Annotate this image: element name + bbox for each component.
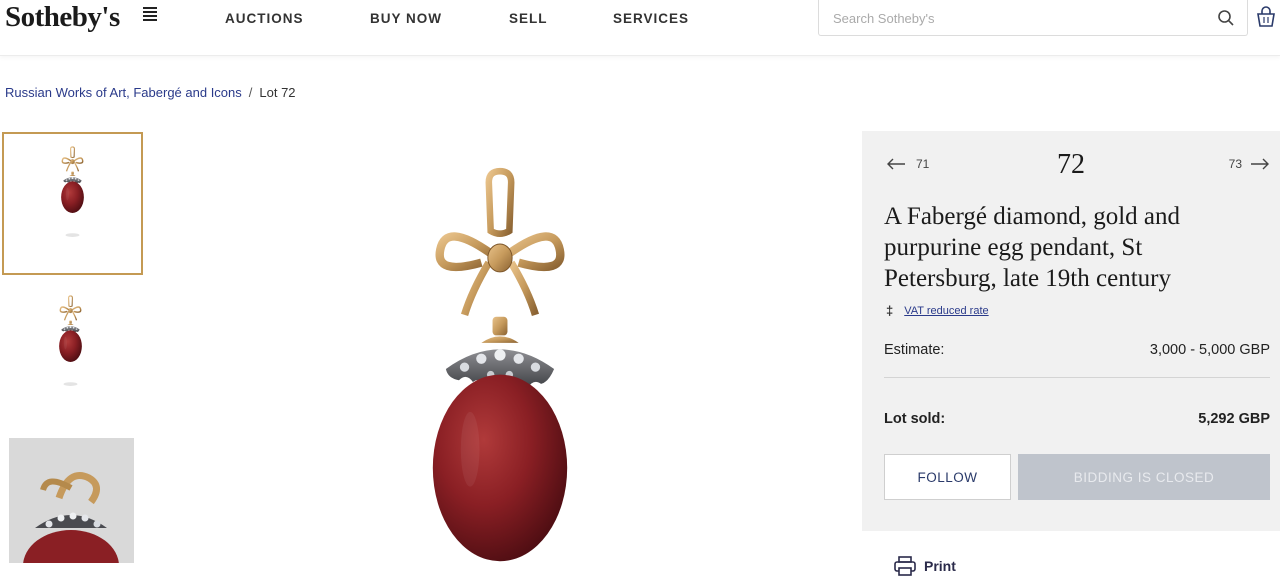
- printer-icon: [894, 556, 916, 576]
- print-link[interactable]: Print: [894, 556, 956, 576]
- lot-title: A Fabergé diamond, gold and purpurine eg…: [884, 203, 1181, 292]
- breadcrumb-current: Lot 72: [259, 85, 296, 100]
- thumbnail-3[interactable]: [9, 438, 134, 563]
- nav-services[interactable]: SERVICES: [613, 11, 689, 26]
- breadcrumb-parent-link[interactable]: Russian Works of Art, Fabergé and Icons: [5, 85, 242, 100]
- print-label: Print: [924, 558, 956, 574]
- search-input[interactable]: [833, 8, 1203, 28]
- estimate-row: Estimate: 3,000 - 5,000 GBP: [884, 342, 1270, 358]
- pendant-thumbnail-image: [60, 146, 85, 237]
- thumbnail-2[interactable]: [2, 283, 143, 426]
- estimate-label: Estimate:: [884, 342, 945, 358]
- follow-button[interactable]: FOLLOW: [884, 454, 1011, 500]
- breadcrumb: Russian Works of Art, Fabergé and Icons /…: [5, 85, 296, 100]
- sothebys-logo[interactable]: Sotheby's: [5, 0, 120, 34]
- next-lot-link[interactable]: 73: [1229, 157, 1270, 171]
- lot-sold-value: 5,292 GBP: [1198, 411, 1270, 427]
- lot-details-panel: 71 72 73 A Fabergé diamond, gold and pur…: [862, 131, 1280, 531]
- divider: [884, 377, 1270, 378]
- double-dagger-icon: ‡: [886, 303, 894, 318]
- logo-mark-icon: [143, 7, 157, 25]
- nav-auctions[interactable]: AUCTIONS: [225, 11, 304, 26]
- arrow-right-icon: [1251, 158, 1269, 170]
- pendant-closeup-image: [9, 438, 134, 563]
- site-header: Sotheby's AUCTIONS BUY NOW SELL SERVICES: [0, 0, 1280, 56]
- nav-buy-now[interactable]: BUY NOW: [370, 11, 442, 26]
- thumbnail-1[interactable]: [2, 132, 143, 275]
- nav-sell[interactable]: SELL: [509, 11, 548, 26]
- main-product-image[interactable]: [360, 160, 640, 578]
- lot-sold-row: Lot sold: 5,292 GBP: [884, 411, 1270, 427]
- estimate-value: 3,000 - 5,000 GBP: [1149, 342, 1270, 358]
- bidding-closed-button: BIDDING IS CLOSED: [1018, 454, 1270, 500]
- search-icon[interactable]: [1217, 9, 1235, 27]
- next-lot-number: 73: [1228, 157, 1242, 171]
- search-box: [818, 0, 1248, 36]
- breadcrumb-separator: /: [248, 85, 253, 100]
- lot-number: 72: [1057, 149, 1085, 180]
- vat-reduced-rate-link[interactable]: VAT reduced rate: [904, 305, 988, 317]
- lot-sold-label: Lot sold:: [884, 411, 946, 427]
- vat-info: ‡ VAT reduced rate: [886, 303, 989, 318]
- pendant-thumbnail-image: [58, 295, 83, 386]
- lot-navigation: 71 72 73: [862, 131, 1280, 201]
- bag-icon[interactable]: [1256, 6, 1276, 28]
